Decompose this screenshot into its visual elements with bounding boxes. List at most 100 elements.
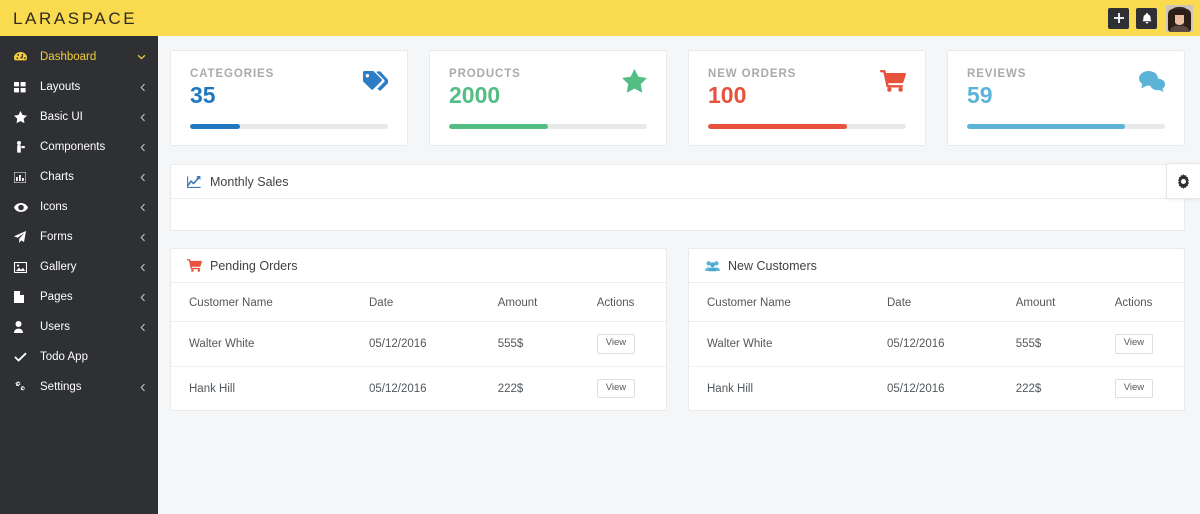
cart-icon bbox=[186, 259, 202, 273]
stat-top: CATEGORIES 35 bbox=[190, 68, 388, 108]
sidebar-item-label: Settings bbox=[40, 381, 82, 393]
cell-amount: 555$ bbox=[497, 321, 597, 367]
dashboard-icon bbox=[14, 51, 31, 63]
sidebar-item-forms[interactable]: Forms bbox=[0, 222, 158, 252]
sidebar-item-label: Users bbox=[40, 321, 71, 333]
panel-header: Pending Orders bbox=[171, 249, 666, 284]
new-customers-panel: New Customers Customer Name Date Amount … bbox=[688, 248, 1185, 412]
cell-customer-name: Walter White bbox=[171, 321, 369, 367]
stat-top: PRODUCTS 2000 bbox=[449, 68, 647, 108]
progress-track bbox=[449, 124, 647, 130]
sidebar-item-components[interactable]: Components bbox=[0, 132, 158, 162]
column-header-customer-name: Customer Name bbox=[171, 283, 369, 323]
cell-date: 05/12/2016 bbox=[887, 321, 1016, 367]
chevron-left-icon bbox=[140, 143, 146, 152]
sidebar-item-settings[interactable]: Settings bbox=[0, 372, 158, 402]
view-button[interactable]: View bbox=[596, 378, 636, 399]
progress-track bbox=[190, 124, 388, 130]
sidebar-item-gallery[interactable]: Gallery bbox=[0, 252, 158, 282]
stat-card-new-orders[interactable]: NEW ORDERS 100 bbox=[688, 50, 926, 147]
sidebar-item-pages[interactable]: Pages bbox=[0, 282, 158, 312]
column-header-actions: Actions bbox=[1114, 283, 1184, 323]
column-header-date: Date bbox=[369, 283, 498, 323]
eye-icon bbox=[14, 202, 31, 212]
gears-icon bbox=[14, 381, 31, 393]
image-icon bbox=[14, 261, 31, 273]
table-row: Walter White 05/12/2016 555$ View bbox=[171, 321, 666, 367]
gear-icon bbox=[1177, 173, 1190, 189]
avatar-body bbox=[1170, 25, 1189, 32]
sidebar-logo[interactable]: LARASPACE bbox=[0, 0, 158, 36]
progress-bar bbox=[449, 124, 548, 130]
chevron-down-icon bbox=[137, 54, 146, 60]
pending-orders-panel: Pending Orders Customer Name Date Amount… bbox=[170, 248, 667, 412]
stat-card-reviews[interactable]: REVIEWS 59 bbox=[947, 50, 1185, 147]
panel-title: Pending Orders bbox=[210, 258, 298, 273]
stat-title: REVIEWS bbox=[967, 68, 1027, 80]
table-row: Walter White 05/12/2016 555$ View bbox=[689, 321, 1184, 367]
chevron-left-icon bbox=[140, 113, 146, 122]
sidebar-item-basic-ui[interactable]: Basic UI bbox=[0, 102, 158, 132]
main-area: CATEGORIES 35 PRODUCTS 2000 NEW ORDERS 1… bbox=[158, 0, 1200, 514]
tables-row: Pending Orders Customer Name Date Amount… bbox=[170, 248, 1185, 412]
monthly-sales-panel: Monthly Sales bbox=[170, 164, 1185, 232]
panel-header: Monthly Sales bbox=[171, 165, 1184, 200]
stat-value: 2000 bbox=[449, 82, 501, 108]
chevron-left-icon bbox=[140, 323, 146, 332]
stat-card-products[interactable]: PRODUCTS 2000 bbox=[429, 50, 667, 147]
file-icon bbox=[14, 291, 31, 303]
page-content: CATEGORIES 35 PRODUCTS 2000 NEW ORDERS 1… bbox=[158, 36, 1200, 514]
sidebar: LARASPACE Dashboard Layouts Basic UI Com… bbox=[0, 0, 158, 514]
column-header-amount: Amount bbox=[1015, 283, 1115, 323]
view-button[interactable]: View bbox=[1114, 378, 1154, 399]
bell-icon bbox=[1141, 12, 1152, 23]
chevron-left-icon bbox=[140, 83, 146, 92]
avatar-fringe bbox=[1173, 8, 1186, 15]
progress-track bbox=[708, 124, 906, 130]
sidebar-item-layouts[interactable]: Layouts bbox=[0, 72, 158, 102]
stat-value: 59 bbox=[967, 82, 993, 108]
stat-title: PRODUCTS bbox=[449, 68, 521, 80]
sidebar-nav: Dashboard Layouts Basic UI Components Ch… bbox=[0, 36, 158, 402]
sidebar-item-label: Pages bbox=[40, 291, 73, 303]
table-body: Walter White 05/12/2016 555$ View Hank H… bbox=[689, 321, 1184, 410]
cell-actions: View bbox=[1114, 366, 1184, 410]
chart-bar-icon bbox=[14, 171, 31, 183]
components-icon bbox=[14, 141, 31, 153]
sidebar-item-label: Icons bbox=[40, 201, 68, 213]
sidebar-item-label: Dashboard bbox=[40, 51, 97, 63]
progress-bar bbox=[708, 124, 847, 130]
notifications-button[interactable] bbox=[1136, 7, 1157, 29]
sidebar-item-icons[interactable]: Icons bbox=[0, 192, 158, 222]
table-header-row: Customer Name Date Amount Actions bbox=[171, 283, 666, 323]
chevron-left-icon bbox=[140, 203, 146, 212]
plus-icon bbox=[1113, 13, 1124, 23]
sidebar-item-users[interactable]: Users bbox=[0, 312, 158, 342]
chevron-left-icon bbox=[140, 233, 146, 242]
panel-title: New Customers bbox=[728, 258, 817, 273]
cell-actions: View bbox=[596, 366, 666, 410]
cart-icon bbox=[880, 68, 906, 94]
chevron-left-icon bbox=[140, 383, 146, 392]
sidebar-item-label: Gallery bbox=[40, 261, 77, 273]
sidebar-item-charts[interactable]: Charts bbox=[0, 162, 158, 192]
view-button[interactable]: View bbox=[596, 334, 636, 354]
table-row: Hank Hill 05/12/2016 222$ View bbox=[689, 366, 1184, 410]
settings-fab-button[interactable] bbox=[1166, 163, 1200, 199]
pending-orders-table: Customer Name Date Amount Actions Walter… bbox=[171, 283, 666, 410]
sidebar-item-label: Components bbox=[40, 141, 106, 153]
cell-amount: 555$ bbox=[1015, 321, 1115, 367]
add-button[interactable] bbox=[1108, 7, 1129, 29]
avatar[interactable] bbox=[1166, 4, 1193, 32]
sidebar-item-todo-app[interactable]: Todo App bbox=[0, 342, 158, 372]
view-button[interactable]: View bbox=[1114, 334, 1154, 354]
stat-card-categories[interactable]: CATEGORIES 35 bbox=[170, 50, 408, 147]
sidebar-item-label: Basic UI bbox=[40, 111, 83, 123]
progress-bar bbox=[190, 124, 240, 130]
cell-date: 05/12/2016 bbox=[887, 382, 945, 395]
sidebar-item-dashboard[interactable]: Dashboard bbox=[0, 42, 158, 72]
check-icon bbox=[14, 352, 31, 362]
progress-bar bbox=[967, 124, 1126, 130]
sidebar-item-label: Charts bbox=[40, 171, 74, 183]
stat-title: CATEGORIES bbox=[190, 68, 275, 80]
